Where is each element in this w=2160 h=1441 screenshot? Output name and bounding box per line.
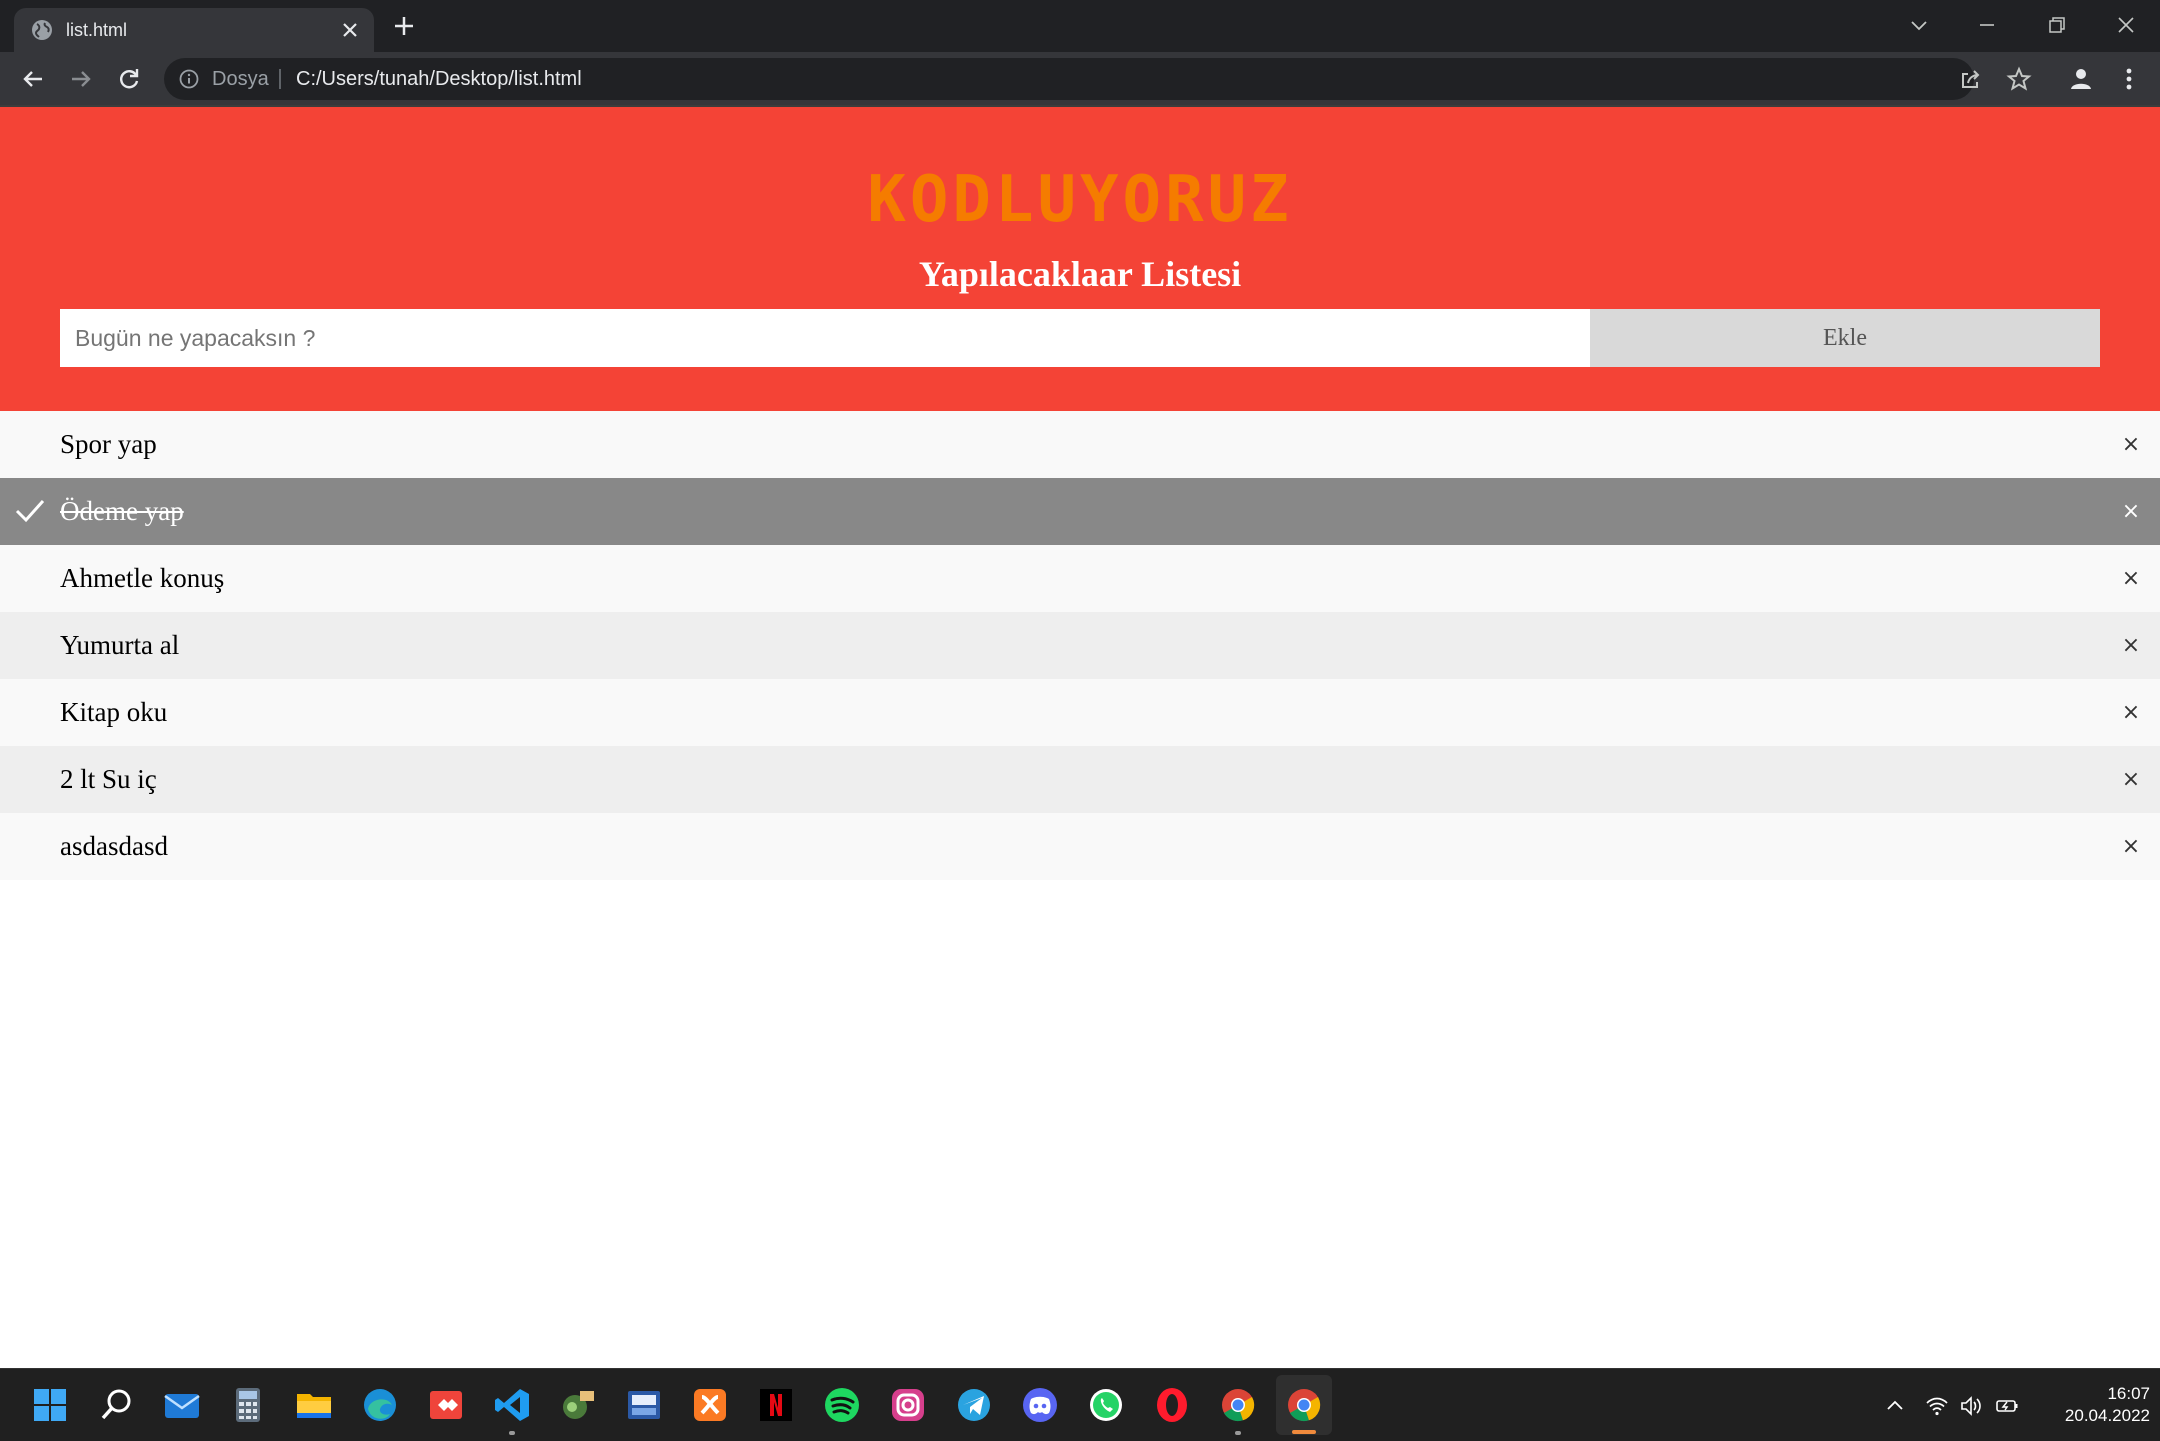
whatsapp-icon[interactable] xyxy=(1086,1385,1126,1425)
search-icon[interactable] xyxy=(96,1385,136,1425)
restore-icon[interactable] xyxy=(2042,10,2072,40)
list-item[interactable]: Ahmetle konuş × xyxy=(0,545,2160,612)
tab-title: list.html xyxy=(66,20,128,40)
delete-task-button[interactable]: × xyxy=(2116,478,2146,545)
delete-task-button[interactable]: × xyxy=(2116,545,2146,612)
task-text: Kitap oku xyxy=(60,697,168,727)
discord-icon[interactable] xyxy=(1020,1385,1060,1425)
address-bar[interactable]: Dosya C:/Users/tunah/Desktop/list.html xyxy=(164,58,1974,100)
delete-task-button[interactable]: × xyxy=(2116,612,2146,679)
address-separator xyxy=(279,69,281,89)
start-icon[interactable] xyxy=(30,1385,70,1425)
task-text: Ödeme yap xyxy=(60,496,184,526)
forward-icon[interactable] xyxy=(66,64,96,94)
opera-icon[interactable] xyxy=(1152,1385,1192,1425)
check-icon xyxy=(15,499,45,523)
bookmark-star-icon[interactable] xyxy=(2004,64,2034,94)
xampp-icon[interactable] xyxy=(690,1385,730,1425)
list-item[interactable]: Yumurta al × xyxy=(0,612,2160,679)
devc-icon[interactable] xyxy=(624,1385,664,1425)
back-icon[interactable] xyxy=(18,64,48,94)
profile-icon[interactable] xyxy=(2066,64,2096,94)
running-app-dot xyxy=(1235,1431,1241,1435)
edge-icon[interactable] xyxy=(360,1385,400,1425)
browser-toolbar: Dosya C:/Users/tunah/Desktop/list.html xyxy=(0,52,2160,105)
list-item[interactable]: Kitap oku × xyxy=(0,679,2160,746)
running-app-dot xyxy=(509,1431,515,1435)
git-icon[interactable] xyxy=(558,1385,598,1425)
windows-taskbar: 16:07 20.04.2022 xyxy=(0,1368,2160,1441)
minimize-icon[interactable] xyxy=(1972,10,2002,40)
share-icon[interactable] xyxy=(1956,64,1986,94)
taskbar-clock[interactable]: 16:07 20.04.2022 xyxy=(2020,1383,2150,1427)
chrome-active-icon[interactable] xyxy=(1284,1385,1324,1425)
clock-time: 16:07 xyxy=(2107,1384,2150,1403)
task-text: 2 lt Su iç xyxy=(60,764,157,794)
page-title: Yapılacaklaar Listesi xyxy=(918,254,1242,294)
volume-icon[interactable] xyxy=(1958,1393,1984,1419)
kodluyoruz-logo: KODLUYORUZ xyxy=(867,163,1293,237)
clock-date: 20.04.2022 xyxy=(2064,1406,2150,1425)
delete-task-button[interactable]: × xyxy=(2116,813,2146,880)
globe-icon xyxy=(32,20,52,40)
spotify-icon[interactable] xyxy=(822,1385,862,1425)
close-window-icon[interactable] xyxy=(2111,10,2141,40)
chrome-icon[interactable] xyxy=(1218,1385,1258,1425)
netflix-icon[interactable] xyxy=(756,1385,796,1425)
telegram-icon[interactable] xyxy=(954,1385,994,1425)
browser-tabstrip: list.html xyxy=(0,0,2160,52)
task-text: Ahmetle konuş xyxy=(60,563,225,593)
delete-task-button[interactable]: × xyxy=(2116,679,2146,746)
instagram-icon[interactable] xyxy=(888,1385,928,1425)
calculator-icon[interactable] xyxy=(228,1385,268,1425)
close-tab-icon[interactable] xyxy=(338,18,362,42)
vscode-icon[interactable] xyxy=(492,1385,532,1425)
battery-icon[interactable] xyxy=(1994,1393,2020,1419)
browser-tab[interactable]: list.html xyxy=(14,8,374,52)
anydesk-icon[interactable] xyxy=(426,1385,466,1425)
scheme-label: Dosya xyxy=(212,68,269,90)
list-item[interactable]: Ödeme yap × xyxy=(0,478,2160,545)
wifi-icon[interactable] xyxy=(1924,1393,1950,1419)
task-list: Spor yap × Ödeme yap × Ahmetle konuş × Yumurta… xyxy=(0,411,2160,880)
info-icon[interactable] xyxy=(178,68,200,90)
mail-icon[interactable] xyxy=(162,1385,202,1425)
task-input[interactable] xyxy=(60,309,1590,367)
task-text: Spor yap xyxy=(60,429,157,459)
list-item[interactable]: 2 lt Su iç × xyxy=(0,746,2160,813)
task-text: Yumurta al xyxy=(60,630,180,660)
active-app-indicator xyxy=(1292,1430,1316,1434)
delete-task-button[interactable]: × xyxy=(2116,411,2146,478)
delete-task-button[interactable]: × xyxy=(2116,746,2146,813)
list-item[interactable]: asdasdasd × xyxy=(0,813,2160,880)
add-button[interactable]: Ekle xyxy=(1590,309,2100,367)
menu-dots-icon[interactable] xyxy=(2114,64,2144,94)
new-tab-icon[interactable] xyxy=(390,12,418,40)
task-text: asdasdasd xyxy=(60,831,168,861)
reload-icon[interactable] xyxy=(114,64,144,94)
list-item[interactable]: Spor yap × xyxy=(0,411,2160,478)
tray-chevron-up-icon[interactable] xyxy=(1882,1393,1908,1419)
url-text[interactable]: C:/Users/tunah/Desktop/list.html xyxy=(296,58,582,100)
file-explorer-icon[interactable] xyxy=(294,1385,334,1425)
tab-search-chevron-icon[interactable] xyxy=(1904,10,1934,40)
todo-header: KODLUYORUZ Yapılacaklaar Listesi Ekle xyxy=(0,107,2160,411)
